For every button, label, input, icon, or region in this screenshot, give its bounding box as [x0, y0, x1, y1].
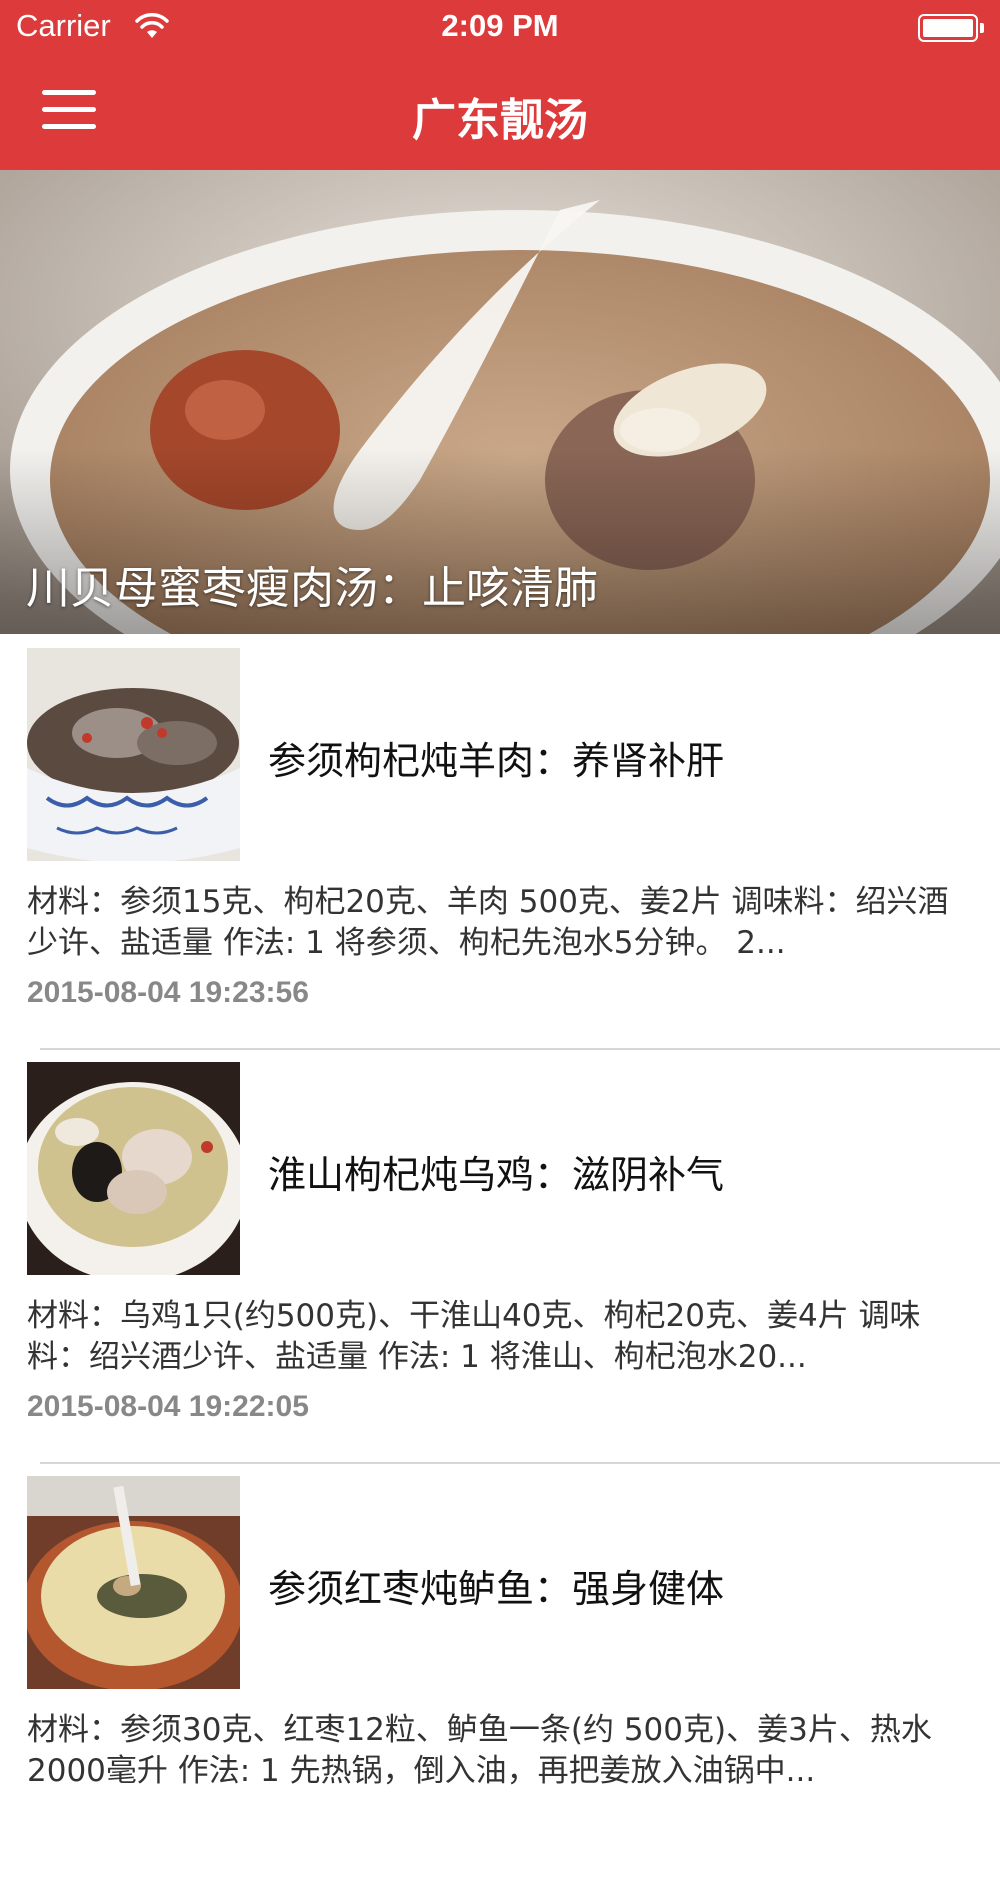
featured-banner[interactable]: 川贝母蜜枣瘦肉汤：止咳清肺 [0, 170, 1000, 634]
page-title: 广东靓汤 [412, 95, 588, 146]
article-date: 2015-08-04 19:22:05 [27, 1390, 309, 1423]
article-summary: 材料：参须15克、枸杞20克、羊肉 500克、姜2片 调味料：绍兴酒少许、盐适量… [27, 884, 949, 961]
article-title: 参须枸杞炖羊肉：养肾补肝 [268, 739, 725, 783]
article-title: 参须红枣炖鲈鱼：强身健体 [268, 1567, 725, 1611]
article-list: 参须枸杞炖羊肉：养肾补肝 材料：参须15克、枸杞20克、羊肉 500克、姜2片 … [0, 636, 1000, 1878]
article-thumbnail [27, 1476, 240, 1689]
list-item[interactable]: 参须红枣炖鲈鱼：强身健体 材料：参须30克、红枣12粒、鲈鱼一条(约 500克)… [0, 1464, 1000, 1878]
article-summary: 材料：乌鸡1只(约500克)、干淮山40克、枸杞20克、姜4片 调味料：绍兴酒少… [27, 1298, 921, 1375]
navigation-bar: Carrier 2:09 PM 广东靓汤 [0, 0, 1000, 170]
list-item[interactable]: 淮山枸杞炖乌鸡：滋阴补气 材料：乌鸡1只(约500克)、干淮山40克、枸杞20克… [0, 1050, 1000, 1464]
battery-icon [918, 14, 984, 42]
status-bar: Carrier 2:09 PM [0, 0, 1000, 56]
status-time: 2:09 PM [441, 8, 559, 43]
article-thumbnail [27, 648, 240, 861]
article-summary: 材料：参须30克、红枣12粒、鲈鱼一条(约 500克)、姜3片、热水2000毫升… [27, 1712, 932, 1789]
article-date: 2015-08-04 19:23:56 [27, 976, 309, 1009]
article-thumbnail [27, 1062, 240, 1275]
list-item[interactable]: 参须枸杞炖羊肉：养肾补肝 材料：参须15克、枸杞20克、羊肉 500克、姜2片 … [0, 636, 1000, 1050]
article-title: 淮山枸杞炖乌鸡：滋阴补气 [268, 1153, 725, 1197]
featured-title: 川贝母蜜枣瘦肉汤：止咳清肺 [26, 563, 598, 614]
